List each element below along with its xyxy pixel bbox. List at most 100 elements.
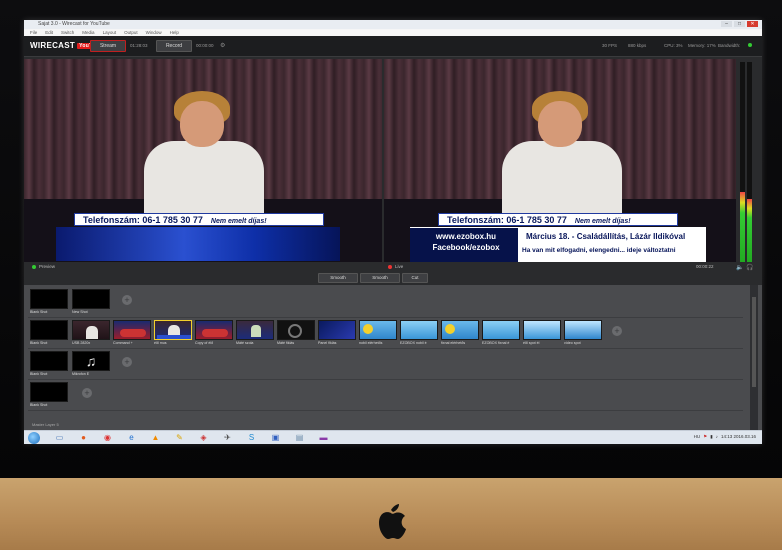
- speaker-icon[interactable]: 🔈: [736, 264, 743, 271]
- shot-blank[interactable]: Blank Shot: [30, 382, 68, 408]
- add-shot-button[interactable]: +: [612, 326, 622, 336]
- start-button[interactable]: [28, 432, 40, 444]
- live-facebook-text: Facebook/ezobox: [432, 243, 500, 252]
- gear-icon[interactable]: ⚙: [220, 42, 225, 49]
- ie-icon[interactable]: e: [126, 433, 137, 443]
- shot-caption: EZOBOX fixnal é: [482, 341, 510, 345]
- shot-caption: fixnal elérhetős: [441, 341, 466, 345]
- menu-layout[interactable]: Layout: [103, 29, 117, 36]
- close-button[interactable]: ✕: [747, 21, 758, 27]
- add-shot-button[interactable]: +: [122, 295, 132, 305]
- shot-ezobox-fixed[interactable]: EZOBOX fixnal é: [482, 320, 520, 346]
- shot-mate-szola[interactable]: Máté szola: [236, 320, 274, 346]
- save-icon[interactable]: ▣: [270, 433, 281, 443]
- menu-output[interactable]: Output: [124, 29, 138, 36]
- stream-button[interactable]: Stream: [90, 40, 126, 52]
- layer-row-3: Blank Shot ♫ Mikrofon E +: [28, 349, 743, 380]
- shot-caption: Máté fiklás: [277, 341, 295, 345]
- shot-mobile-contact[interactable]: nobil elérhetős: [359, 320, 397, 346]
- menu-bar: File Edit Switch Media Layout Output Win…: [24, 29, 762, 36]
- cpu-readout: CPU: 3%: [664, 43, 683, 48]
- preview-monitor[interactable]: Telefonszám: 06-1 785 30 77 Nem emelt díj…: [24, 59, 382, 262]
- live-phone-text: Telefonszám: 06-1 785 30 77: [447, 215, 567, 225]
- record-time: 00:00:00: [196, 43, 214, 48]
- window-icon[interactable]: ▤: [294, 433, 305, 443]
- menu-switch[interactable]: Switch: [61, 29, 74, 36]
- bitrate-readout: 880 kbps: [628, 43, 647, 48]
- vlc-icon[interactable]: ▲: [150, 433, 161, 443]
- record-button[interactable]: Record: [156, 40, 192, 52]
- shot-mate-film[interactable]: Máté fiklás: [277, 320, 315, 346]
- apple-logo-icon: [379, 504, 406, 539]
- tool2-icon[interactable]: ✈: [222, 433, 233, 443]
- menu-edit[interactable]: Edit: [45, 29, 53, 36]
- chrome-icon[interactable]: ◉: [102, 433, 113, 443]
- explorer-icon[interactable]: ▭: [54, 433, 65, 443]
- live-time: 00:00:22: [696, 264, 714, 269]
- preview-note-text: Nem emelt díjas!: [210, 218, 267, 225]
- shot-live-main[interactable]: élő mus: [154, 320, 192, 346]
- shot-caption: New Shot: [72, 310, 88, 314]
- live-date-line: Március 18. - Családállítás, Lázár Ildik…: [526, 232, 686, 241]
- volume-icon[interactable]: ♪: [716, 434, 718, 440]
- minimize-button[interactable]: –: [721, 21, 732, 27]
- menu-window[interactable]: Window: [146, 29, 162, 36]
- shot-panel-film[interactable]: Panel fiklás: [318, 320, 356, 346]
- scrollbar-thumb[interactable]: [752, 297, 756, 387]
- shot-video-spot[interactable]: vídeo spot: [564, 320, 602, 346]
- shot-live-spot[interactable]: élő spot él: [523, 320, 561, 346]
- shot-caption: USB 2820x: [72, 341, 91, 345]
- shot-blank[interactable]: Blank Shot: [30, 289, 68, 315]
- shot-caption: Blank Shot: [30, 310, 48, 314]
- shot-layers-panel: Blank Shot New Shot + Blank Shot USB 282…: [24, 285, 762, 430]
- cut-button[interactable]: Cut: [402, 273, 428, 283]
- menu-file[interactable]: File: [30, 29, 37, 36]
- transition-select-2[interactable]: Smooth: [360, 273, 400, 283]
- app-icon[interactable]: ▬: [318, 433, 329, 443]
- skype-icon[interactable]: S: [246, 433, 257, 443]
- add-shot-button[interactable]: +: [122, 357, 132, 367]
- live-event-block: Március 18. - Családállítás, Lázár Ildik…: [518, 228, 706, 262]
- preview-label-text: Preview: [39, 264, 56, 269]
- clock[interactable]: 14:13 2016.03.16: [721, 434, 756, 440]
- add-shot-button[interactable]: +: [82, 388, 92, 398]
- shot-command[interactable]: Command +: [113, 320, 151, 346]
- flag-icon[interactable]: ⚑: [703, 434, 707, 440]
- shot-copy-live[interactable]: Copy of élő: [195, 320, 233, 346]
- shot-fixed-contact[interactable]: fixnal elérhetős: [441, 320, 479, 346]
- transition-select-1[interactable]: Smooth: [318, 273, 358, 283]
- menu-media[interactable]: Media: [82, 29, 94, 36]
- wirecast-icon[interactable]: ◈: [198, 433, 209, 443]
- shot-ezobox-mobile[interactable]: EZOBOX nobil é: [400, 320, 438, 346]
- audio-meter-left: [740, 62, 745, 262]
- shot-blank[interactable]: Blank Shot: [30, 351, 68, 377]
- preview-lower-third-bar: [56, 227, 340, 261]
- shot-caption: Command +: [113, 341, 133, 345]
- firefox-icon[interactable]: ●: [78, 433, 89, 443]
- preview-phone-text: Telefonszám: 06-1 785 30 77: [83, 215, 203, 225]
- top-toolbar: WIRECASTYouTube Stream 01:28:03 Record 0…: [24, 36, 762, 57]
- headphones-icon[interactable]: 🎧: [746, 264, 753, 271]
- layers-scrollbar[interactable]: [750, 285, 758, 430]
- shot-microphone[interactable]: ♫ Mikrofon E: [72, 351, 110, 377]
- tool-icon[interactable]: ✎: [174, 433, 185, 443]
- live-website-text: www.ezobox.hu: [435, 232, 497, 241]
- lang-indicator[interactable]: HU: [694, 434, 701, 440]
- shot-usb-camera[interactable]: USB 2820x: [72, 320, 110, 346]
- shot-caption: EZOBOX nobil é: [400, 341, 427, 345]
- system-tray: HU ⚑ ▮ ♪ 14:13 2016.03.16: [694, 434, 756, 440]
- menu-help[interactable]: Help: [170, 29, 179, 36]
- shot-caption: Blank Shot: [30, 403, 48, 407]
- network-icon[interactable]: ▮: [710, 434, 712, 440]
- audio-meter-right: [747, 62, 752, 262]
- shot-blank[interactable]: Blank Shot: [30, 320, 68, 346]
- window-titlebar: Sajat 3.0 - Wirecast for YouTube – □ ✕: [24, 20, 762, 29]
- maximize-button[interactable]: □: [734, 21, 745, 27]
- screen: Sajat 3.0 - Wirecast for YouTube – □ ✕ F…: [24, 20, 762, 444]
- preview-status-icon: [32, 264, 36, 269]
- shot-caption: élő mus: [154, 341, 167, 345]
- preview-phone-banner: Telefonszám: 06-1 785 30 77 Nem emelt díj…: [74, 213, 324, 226]
- shot-new[interactable]: New Shot: [72, 289, 110, 315]
- live-monitor[interactable]: Telefonszám: 06-1 785 30 77 Nem emelt díj…: [384, 59, 736, 262]
- shot-caption: Panel fiklás: [318, 341, 337, 345]
